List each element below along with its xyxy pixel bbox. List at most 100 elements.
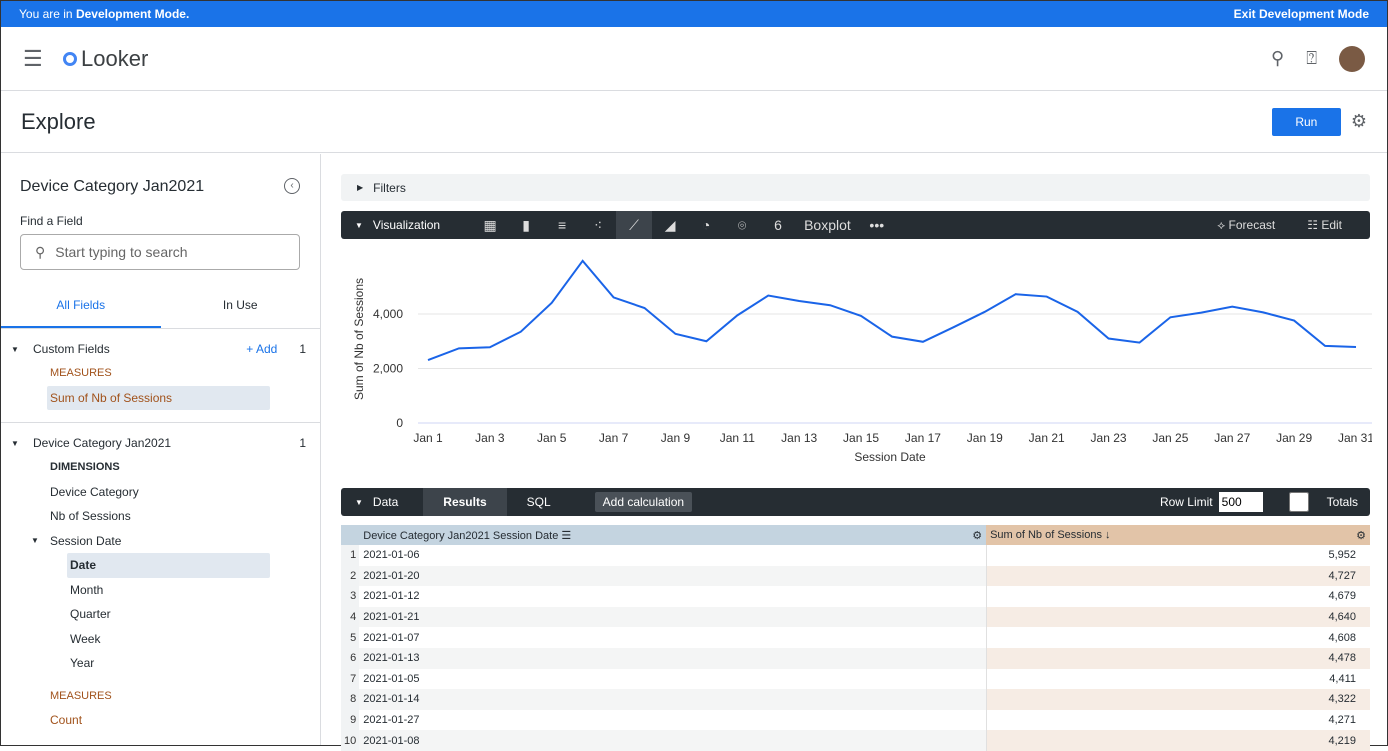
run-button[interactable]: Run	[1272, 108, 1341, 136]
caret-down-icon[interactable]: ▼	[355, 221, 363, 230]
table-row: 32021-01-124,679	[341, 586, 1370, 607]
x-tick-label: Jan 5	[537, 431, 567, 445]
caret-down-icon: ▼	[11, 345, 33, 354]
cell-session-date: 2021-01-06	[359, 545, 986, 566]
looker-logo[interactable]: Looker	[63, 46, 148, 72]
table-row: 22021-01-204,727	[341, 566, 1370, 587]
tab-results[interactable]: Results	[423, 488, 506, 516]
page-title: Explore	[21, 109, 96, 135]
menu-icon[interactable]: ☰	[23, 46, 63, 72]
exit-dev-mode-link[interactable]: Exit Development Mode	[1234, 7, 1369, 21]
x-tick-label: Jan 31	[1338, 431, 1372, 445]
field-device-category[interactable]: Device Category	[1, 480, 320, 505]
custom-fields-group[interactable]: ▼Custom Fields+ Add1	[1, 337, 320, 361]
cell-sum-sessions: 4,322	[986, 689, 1370, 710]
field-search-input[interactable]: ⚲Start typing to search	[20, 234, 300, 270]
series-line	[428, 261, 1356, 360]
column-chart-icon[interactable]: ▮	[508, 211, 544, 239]
field-sum-of-nb-of-sessions[interactable]: Sum of Nb of Sessions	[47, 386, 270, 411]
row-number: 8	[341, 689, 359, 710]
row-number: 2	[341, 566, 359, 587]
column-header-sum-sessions[interactable]: Sum of Nb of Sessions ↓⚙	[986, 525, 1370, 545]
cell-sum-sessions: 4,478	[986, 648, 1370, 669]
explore-header: Explore Run ⚙	[1, 91, 1387, 153]
cell-session-date: 2021-01-13	[359, 648, 986, 669]
view-group[interactable]: ▼Device Category Jan20211	[1, 431, 320, 455]
measures-heading: MEASURES	[1, 361, 320, 386]
x-axis-title: Session Date	[854, 450, 926, 464]
visualization-bar: ▼ Visualization ▦ ▮ ≡ ⁖ ⟋ ◢ ◔ ⌾ 6 Boxplo…	[341, 211, 1370, 239]
caret-down-icon: ▼	[11, 439, 33, 448]
map-pin-icon[interactable]: ⌾	[724, 211, 760, 239]
dev-mode-text: You are in Development Mode.	[19, 7, 189, 21]
single-value-icon[interactable]: 6	[760, 211, 796, 239]
avatar[interactable]	[1339, 46, 1365, 72]
add-custom-field-button[interactable]: + Add	[246, 342, 277, 356]
tab-in-use[interactable]: In Use	[161, 290, 321, 328]
cell-session-date: 2021-01-12	[359, 586, 986, 607]
x-tick-label: Jan 19	[967, 431, 1003, 445]
collapse-icon[interactable]: ‹	[284, 178, 300, 194]
search-icon[interactable]: ⚲	[1271, 48, 1284, 69]
x-tick-label: Jan 29	[1276, 431, 1312, 445]
chart-svg: 02,0004,000Jan 1Jan 3Jan 5Jan 7Jan 9Jan …	[341, 239, 1372, 485]
x-tick-label: Jan 7	[599, 431, 629, 445]
field-date[interactable]: Date	[67, 553, 270, 578]
help-icon[interactable]: ⍰	[1306, 48, 1317, 69]
tab-all-fields[interactable]: All Fields	[1, 290, 161, 328]
boxplot-button[interactable]: Boxplot	[796, 211, 859, 239]
x-tick-label: Jan 23	[1091, 431, 1127, 445]
cell-sum-sessions: 4,640	[986, 607, 1370, 628]
results-table: Device Category Jan2021 Session Date ☰⚙ …	[341, 525, 1370, 751]
field-month[interactable]: Month	[1, 578, 320, 603]
scatter-chart-icon[interactable]: ⁖	[580, 211, 616, 239]
field-nb-of-sessions[interactable]: Nb of Sessions	[1, 504, 320, 529]
field-year[interactable]: Year	[1, 651, 320, 676]
field-session-date[interactable]: ▼Session Date	[1, 529, 320, 554]
edit-button[interactable]: ☷ Edit	[1307, 218, 1342, 233]
table-icon[interactable]: ▦	[472, 211, 508, 239]
caret-down-icon[interactable]: ▼	[355, 498, 363, 507]
table-row: 12021-01-065,952	[341, 545, 1370, 566]
find-field-label: Find a Field	[20, 214, 320, 228]
area-chart-icon[interactable]: ◢	[652, 211, 688, 239]
gear-icon[interactable]: ⚙	[972, 529, 982, 542]
more-icon[interactable]: •••	[859, 211, 895, 239]
row-number: 3	[341, 586, 359, 607]
cell-session-date: 2021-01-14	[359, 689, 986, 710]
table-row: 42021-01-214,640	[341, 607, 1370, 628]
forecast-button[interactable]: ⟡ Forecast	[1217, 218, 1275, 233]
pie-chart-icon[interactable]: ◔	[688, 211, 724, 239]
cell-sum-sessions: 5,952	[986, 545, 1370, 566]
column-header-session-date[interactable]: Device Category Jan2021 Session Date ☰⚙	[359, 525, 986, 545]
cell-session-date: 2021-01-07	[359, 627, 986, 648]
line-chart-icon[interactable]: ⟋	[616, 211, 652, 239]
visualization-label[interactable]: Visualization	[373, 218, 440, 232]
search-icon: ⚲	[35, 244, 45, 261]
totals-checkbox[interactable]	[1277, 492, 1321, 512]
table-row: 62021-01-134,478	[341, 648, 1370, 669]
gear-icon[interactable]: ⚙	[1351, 111, 1367, 132]
row-number: 6	[341, 648, 359, 669]
bar-chart-icon[interactable]: ≡	[544, 211, 580, 239]
row-limit-label: Row Limit	[1160, 495, 1213, 509]
add-calculation-button[interactable]: Add calculation	[595, 492, 692, 512]
row-limit-input[interactable]	[1219, 492, 1263, 512]
tab-sql[interactable]: SQL	[507, 488, 571, 516]
x-tick-label: Jan 17	[905, 431, 941, 445]
top-bar: ☰ Looker ⚲ ⍰	[1, 27, 1387, 91]
explore-name: Device Category Jan2021	[20, 178, 320, 196]
table-row: 82021-01-144,322	[341, 689, 1370, 710]
field-quarter[interactable]: Quarter	[1, 602, 320, 627]
row-number: 4	[341, 607, 359, 628]
filters-section[interactable]: ▶Filters	[341, 174, 1370, 201]
table-row: 102021-01-084,219	[341, 730, 1370, 751]
cell-session-date: 2021-01-20	[359, 566, 986, 587]
row-number: 1	[341, 545, 359, 566]
data-label[interactable]: Data	[373, 495, 398, 509]
dev-mode-banner: You are in Development Mode. Exit Develo…	[1, 1, 1387, 27]
field-count[interactable]: Count	[1, 708, 320, 733]
y-tick-label: 0	[396, 416, 403, 430]
gear-icon[interactable]: ⚙	[1356, 529, 1366, 542]
field-week[interactable]: Week	[1, 627, 320, 652]
